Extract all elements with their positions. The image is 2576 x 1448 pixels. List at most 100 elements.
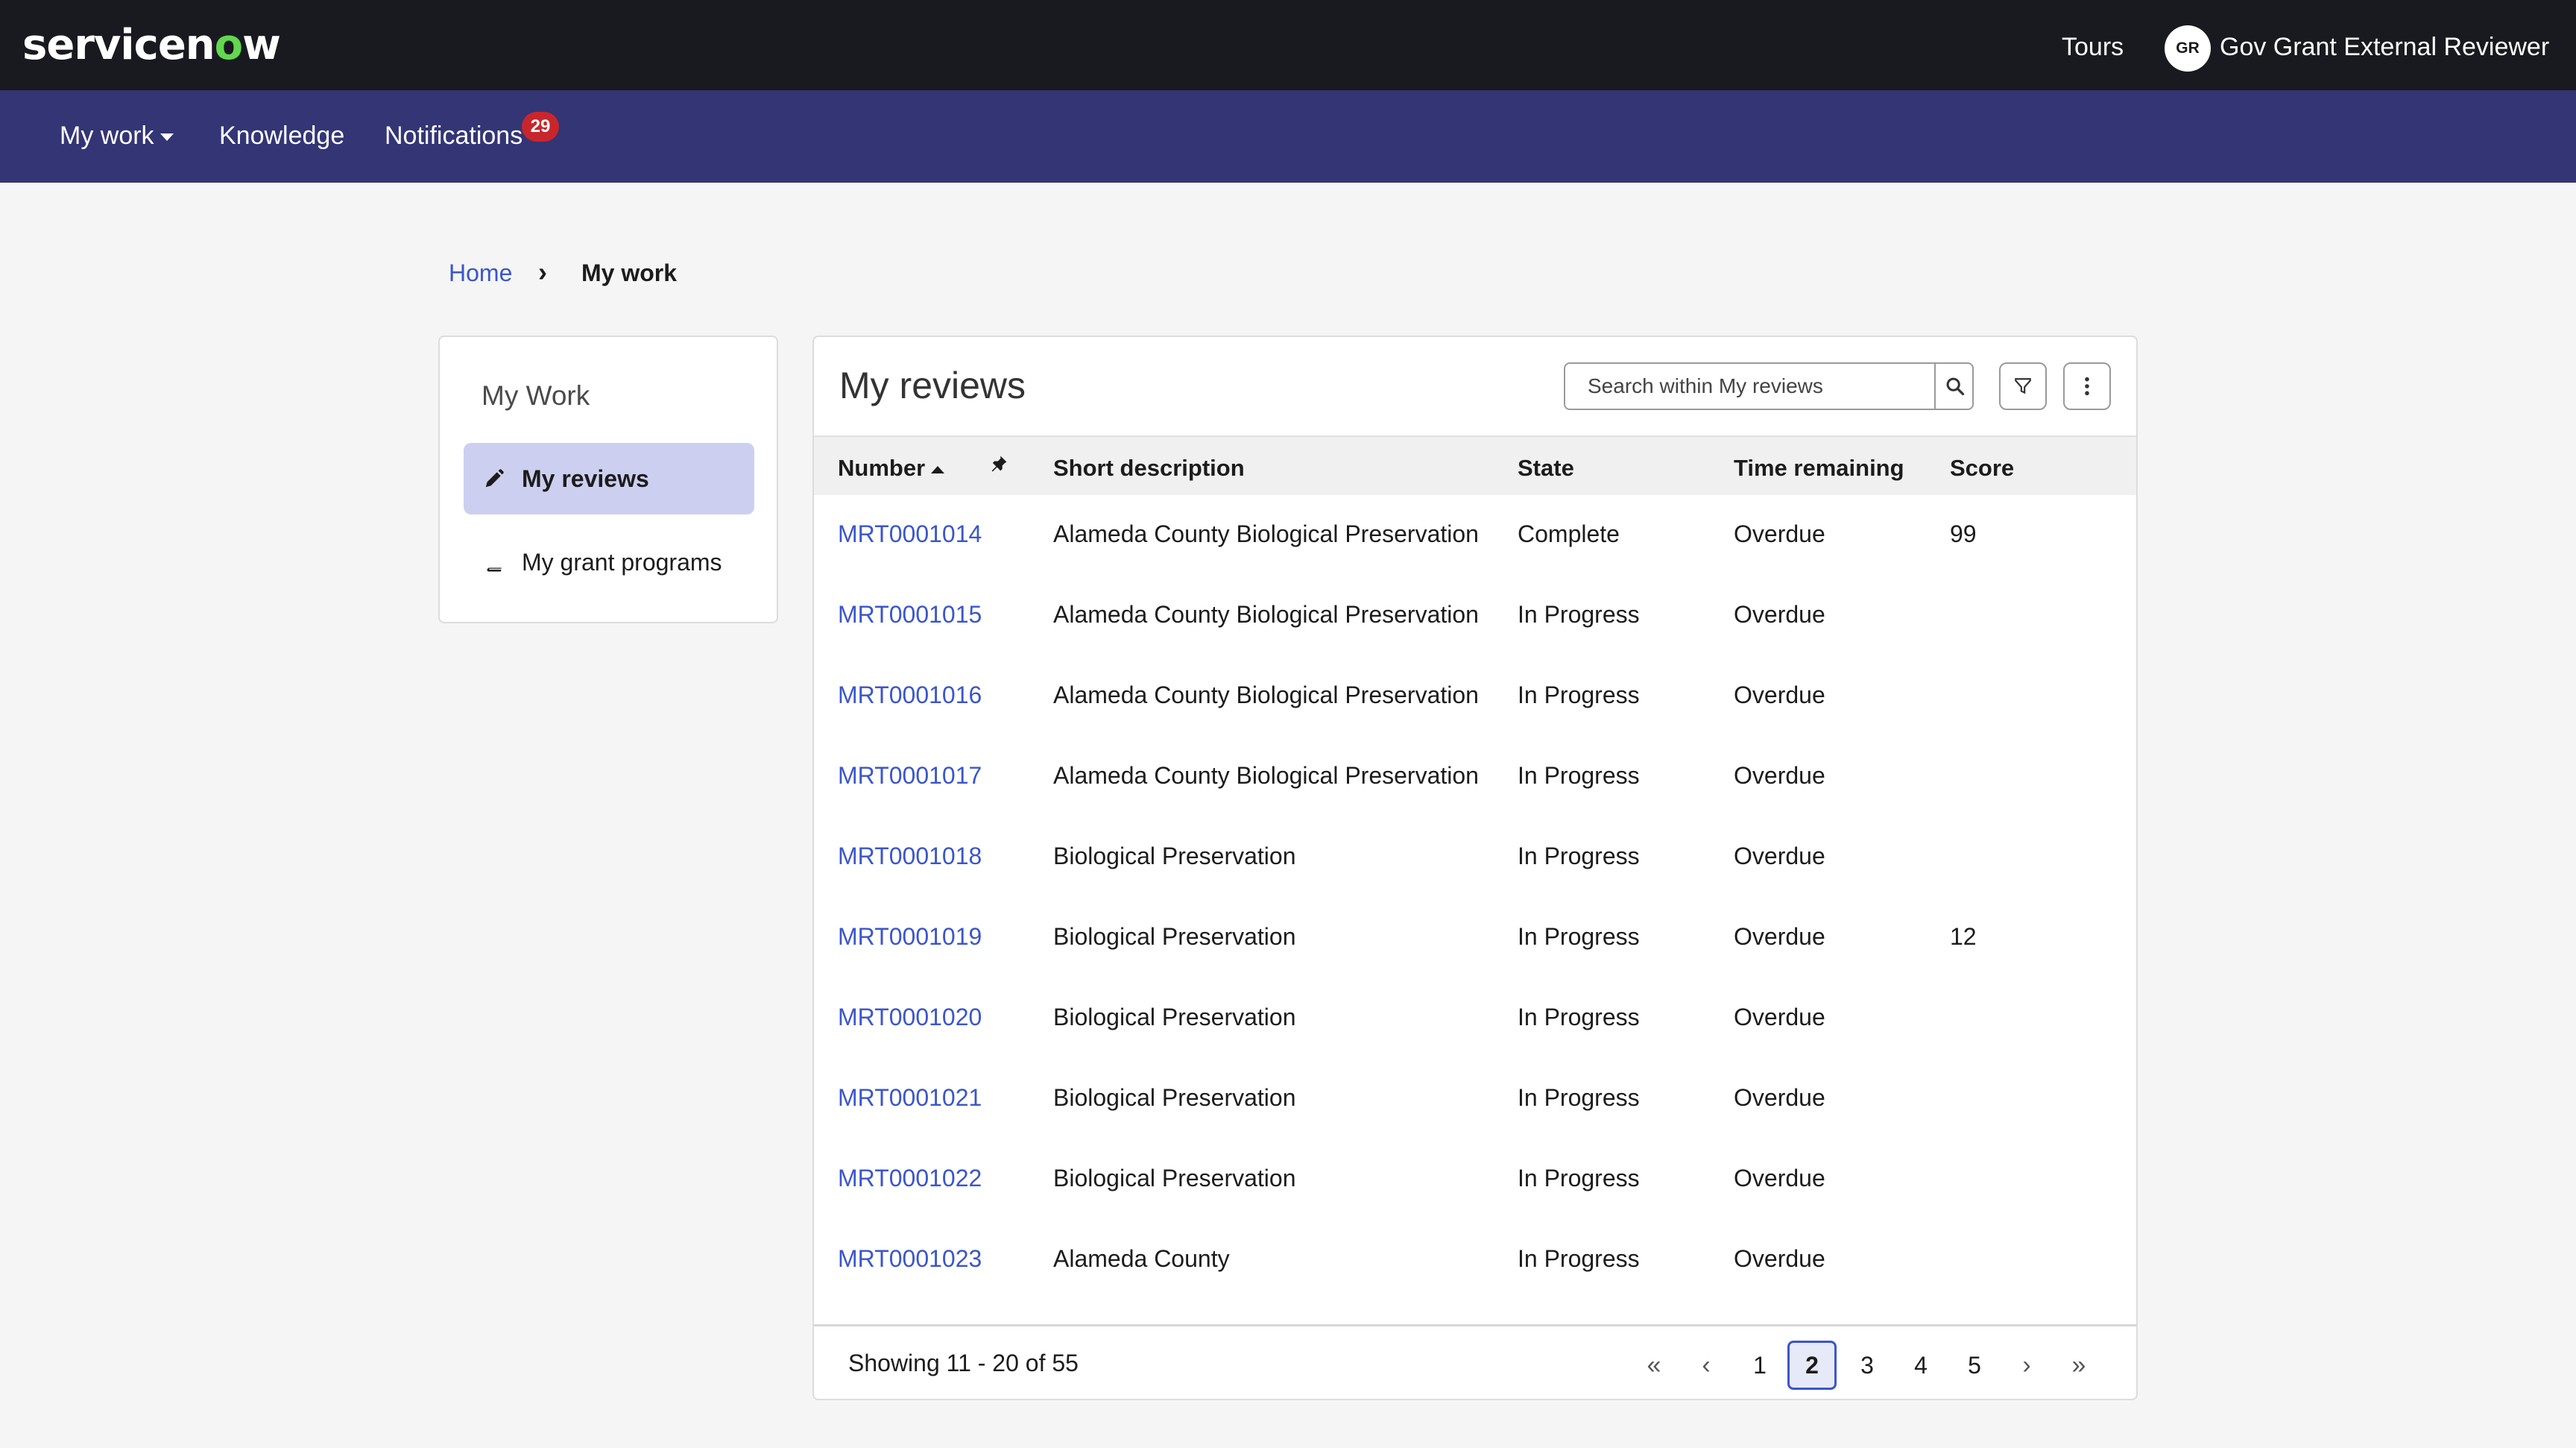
sidebar-item-my-grant-programs[interactable]: My grant programs <box>464 526 754 598</box>
state: In Progress <box>1518 923 1640 950</box>
breadcrumb-home-link[interactable]: Home <box>449 259 512 287</box>
table-row[interactable]: MRT0001018 Biological Preservation In Pr… <box>814 817 2136 898</box>
sidebar-item-label: My reviews <box>522 465 649 492</box>
review-number-link[interactable]: MRT0001022 <box>838 1165 982 1192</box>
review-number-link[interactable]: MRT0001014 <box>838 520 982 548</box>
short-description: Alameda County Biological Preservation <box>1053 601 1479 628</box>
state: In Progress <box>1518 1245 1640 1272</box>
table-row[interactable]: MRT0001015 Alameda County Biological Pre… <box>814 576 2136 656</box>
page-button-5[interactable]: 5 <box>1950 1341 1999 1390</box>
state: In Progress <box>1518 1084 1640 1111</box>
short-description: Alameda County <box>1053 1245 1230 1272</box>
nav-notifications[interactable]: Notifications <box>385 122 523 151</box>
state: In Progress <box>1518 1165 1640 1192</box>
top-header: servicenow Tours GR Gov Grant External R… <box>0 0 2576 90</box>
filter-icon <box>2015 378 2031 394</box>
pin-icon <box>991 456 1007 472</box>
table-row[interactable]: MRT0001022 Biological Preservation In Pr… <box>814 1139 2136 1220</box>
more-vertical-icon <box>2085 377 2089 396</box>
time-remaining: Overdue <box>1734 681 1825 708</box>
table-row[interactable]: MRT0001016 Alameda County Biological Pre… <box>814 656 2136 737</box>
book-icon <box>486 553 505 572</box>
column-score[interactable]: Score <box>1950 455 2014 482</box>
nav-my-work[interactable]: My work <box>60 122 174 151</box>
sort-ascending-icon <box>931 465 945 473</box>
search-input[interactable] <box>1565 364 1934 409</box>
time-remaining: Overdue <box>1734 1245 1825 1272</box>
short-description: Biological Preservation <box>1053 1165 1296 1192</box>
page-button-4[interactable]: 4 <box>1896 1341 1945 1390</box>
review-number-link[interactable]: MRT0001023 <box>838 1245 982 1273</box>
avatar[interactable]: GR <box>2165 25 2211 72</box>
table-row[interactable]: MRT0001023 Alameda County In Progress Ov… <box>814 1220 2136 1300</box>
servicenow-logo[interactable]: servicenow <box>22 21 281 69</box>
column-number[interactable]: Number <box>838 455 945 482</box>
short-description: Biological Preservation <box>1053 923 1296 950</box>
short-description: Biological Preservation <box>1053 843 1296 869</box>
more-options-button[interactable] <box>2063 362 2111 410</box>
time-remaining: Overdue <box>1734 1165 1825 1192</box>
nav-knowledge[interactable]: Knowledge <box>219 122 344 151</box>
review-number-link[interactable]: MRT0001018 <box>838 843 982 870</box>
short-description: Biological Preservation <box>1053 1004 1296 1030</box>
logo-text-end: w <box>242 21 281 69</box>
search-icon <box>1946 377 1964 396</box>
table-row[interactable]: MRT0001017 Alameda County Biological Pre… <box>814 737 2136 817</box>
previous-page-button[interactable]: ‹ <box>1682 1341 1731 1390</box>
first-page-button[interactable]: « <box>1629 1341 1679 1390</box>
time-remaining: Overdue <box>1734 1084 1825 1111</box>
state: In Progress <box>1518 601 1640 628</box>
logo-text: servicen <box>22 21 215 69</box>
column-state[interactable]: State <box>1518 455 1574 482</box>
table-row[interactable]: MRT0001019 Biological Preservation In Pr… <box>814 898 2136 978</box>
filter-button[interactable] <box>1999 362 2047 410</box>
state: Complete <box>1518 520 1620 547</box>
page-button-1[interactable]: 1 <box>1735 1341 1784 1390</box>
score: 99 <box>1950 520 1977 547</box>
review-number-link[interactable]: MRT0001016 <box>838 681 982 709</box>
time-remaining: Overdue <box>1734 843 1825 869</box>
nav-my-work-label: My work <box>60 122 154 150</box>
review-number-link[interactable]: MRT0001021 <box>838 1084 982 1112</box>
table-row[interactable]: MRT0001014 Alameda County Biological Pre… <box>814 495 2136 576</box>
main-navigation: My work Knowledge Notifications <box>0 90 2576 183</box>
table-row[interactable]: MRT0001020 Biological Preservation In Pr… <box>814 978 2136 1059</box>
state: In Progress <box>1518 843 1640 869</box>
table-header: Number Short description State Time rema… <box>814 435 2136 495</box>
table-row[interactable]: MRT0001021 Biological Preservation In Pr… <box>814 1059 2136 1139</box>
time-remaining: Overdue <box>1734 923 1825 950</box>
time-remaining: Overdue <box>1734 520 1825 547</box>
breadcrumb-current: My work <box>581 259 678 286</box>
review-number-link[interactable]: MRT0001015 <box>838 601 982 629</box>
sidebar-item-my-reviews[interactable]: My reviews <box>464 443 754 514</box>
last-page-button[interactable]: » <box>2054 1341 2103 1390</box>
short-description: Biological Preservation <box>1053 1084 1296 1111</box>
pencil-icon <box>485 469 504 488</box>
search-button[interactable] <box>1934 364 1974 409</box>
tours-link[interactable]: Tours <box>2062 33 2124 62</box>
state: In Progress <box>1518 1004 1640 1030</box>
state: In Progress <box>1518 681 1640 708</box>
table-divider <box>814 1324 2136 1326</box>
state: In Progress <box>1518 762 1640 789</box>
search-box <box>1564 362 1974 410</box>
column-number-label: Number <box>838 455 926 481</box>
next-page-button[interactable]: › <box>2002 1341 2051 1390</box>
column-short-description[interactable]: Short description <box>1053 455 1245 482</box>
logo-accent: o <box>214 21 243 69</box>
review-number-link[interactable]: MRT0001019 <box>838 923 982 951</box>
my-reviews-panel: My reviews Number Short description Stat… <box>812 336 2138 1400</box>
column-time-remaining[interactable]: Time remaining <box>1734 455 1904 482</box>
pin-column-button[interactable] <box>988 453 1009 480</box>
review-number-link[interactable]: MRT0001020 <box>838 1004 982 1031</box>
chevron-right-icon: › <box>538 256 547 287</box>
score: 12 <box>1950 923 1977 950</box>
time-remaining: Overdue <box>1734 762 1825 789</box>
chevron-down-icon <box>160 133 174 142</box>
page-button-3[interactable]: 3 <box>1843 1341 1892 1390</box>
time-remaining: Overdue <box>1734 601 1825 628</box>
review-number-link[interactable]: MRT0001017 <box>838 762 982 790</box>
user-menu[interactable]: Gov Grant External Reviewer <box>2220 33 2549 62</box>
notifications-count-badge: 29 <box>522 112 559 142</box>
page-button-2-current[interactable]: 2 <box>1787 1341 1837 1390</box>
